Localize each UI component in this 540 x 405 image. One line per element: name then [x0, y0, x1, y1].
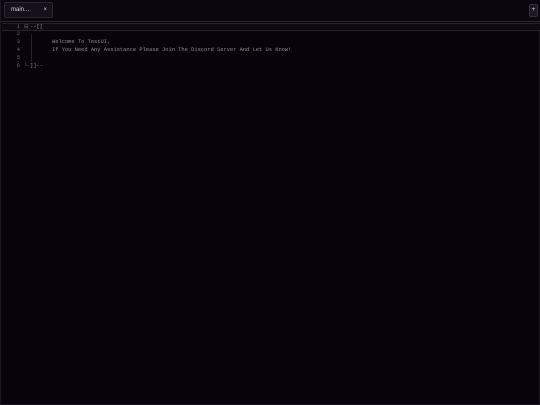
tab-bar: main... × +	[1, 0, 540, 21]
line-number: 3	[16, 39, 20, 45]
code-text: Welcome To TestUI,	[52, 39, 111, 45]
code-line[interactable]: 2	[2, 30, 540, 38]
code-line[interactable]: 3 Welcome To TestUI,	[2, 38, 540, 46]
line-number: 5	[16, 55, 20, 61]
line-number: 4	[16, 47, 20, 53]
line-number: 2	[16, 31, 20, 37]
code-line[interactable]: 4 If You Need Any Assistance Please Join…	[2, 46, 540, 54]
fold-end-icon: └	[24, 63, 28, 69]
line-number: 6	[16, 63, 20, 69]
script-editor-window: main... × + 1 ⊟ --[[ 2 3 Welcome To Test…	[0, 0, 540, 405]
indent-guide	[31, 34, 32, 62]
tab-title: main...	[11, 7, 30, 13]
code-text: If You Need Any Assistance Please Join T…	[52, 47, 292, 53]
code-editor[interactable]: 1 ⊟ --[[ 2 3 Welcome To TestUI, 4 If You…	[2, 22, 540, 404]
code-line[interactable]: 5	[2, 54, 540, 62]
code-text: ]]--	[30, 63, 43, 69]
add-tab-button[interactable]: +	[529, 4, 538, 17]
code-line[interactable]: 6 └ ]]--	[2, 62, 540, 70]
tab-main[interactable]: main... ×	[4, 2, 53, 18]
close-icon[interactable]: ×	[43, 3, 47, 17]
